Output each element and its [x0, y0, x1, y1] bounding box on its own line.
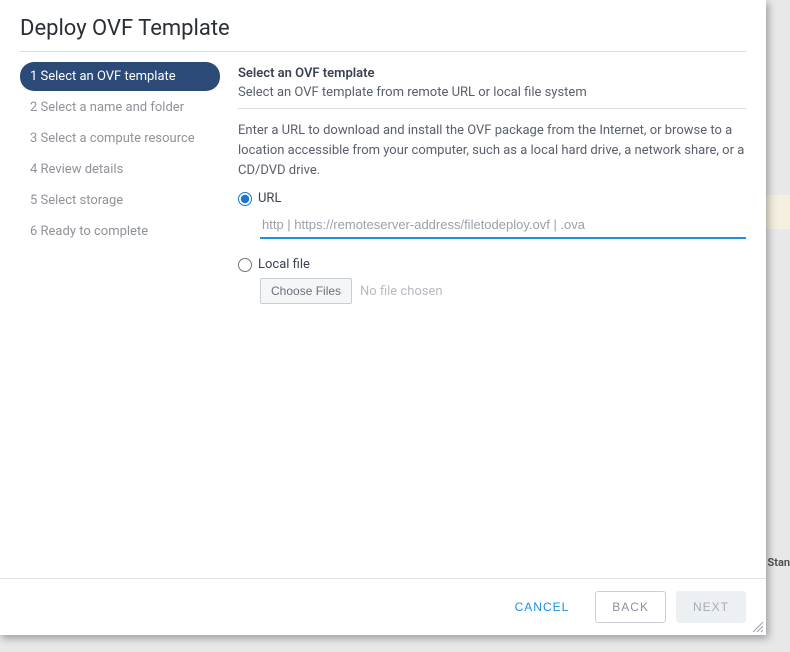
next-button[interactable]: NEXT — [676, 591, 746, 623]
step-select-storage: 5 Select storage — [20, 186, 220, 215]
radio-local-row[interactable]: Local file — [238, 257, 746, 272]
radio-url-label: URL — [258, 191, 281, 206]
dialog-header: Deploy OVF Template — [0, 0, 766, 51]
file-chooser-row: Choose Files No file chosen — [260, 278, 746, 304]
wizard-steps: 1 Select an OVF template 2 Select a name… — [20, 62, 220, 578]
background-tag: Stan — [768, 556, 790, 569]
panel-subtitle: Select an OVF template from remote URL o… — [238, 85, 746, 100]
panel-divider — [238, 108, 746, 109]
step-select-compute-resource: 3 Select a compute resource — [20, 124, 220, 153]
radio-url[interactable] — [238, 192, 252, 206]
dialog-footer: CANCEL BACK NEXT — [0, 578, 766, 635]
radio-local-file[interactable] — [238, 258, 252, 272]
panel-main: Select an OVF template Select an OVF tem… — [220, 62, 746, 578]
panel-title: Select an OVF template — [238, 66, 746, 81]
step-ready-complete: 6 Ready to complete — [20, 217, 220, 246]
radio-url-row[interactable]: URL — [238, 191, 746, 206]
step-select-ovf-template[interactable]: 1 Select an OVF template — [20, 62, 220, 91]
panel-description: Enter a URL to download and install the … — [238, 121, 746, 181]
radio-local-label: Local file — [258, 257, 310, 272]
background-strip — [766, 195, 790, 229]
dialog-content: 1 Select an OVF template 2 Select a name… — [0, 52, 766, 578]
cancel-button[interactable]: CANCEL — [499, 592, 586, 622]
deploy-ovf-dialog: Deploy OVF Template 1 Select an OVF temp… — [0, 0, 766, 635]
url-input[interactable] — [260, 212, 746, 239]
dialog-title: Deploy OVF Template — [20, 16, 746, 41]
step-select-name-folder: 2 Select a name and folder — [20, 93, 220, 122]
back-button[interactable]: BACK — [595, 591, 666, 623]
step-review-details: 4 Review details — [20, 155, 220, 184]
url-input-wrap — [260, 212, 746, 239]
no-file-chosen-text: No file chosen — [360, 284, 443, 299]
choose-files-button[interactable]: Choose Files — [260, 278, 352, 304]
